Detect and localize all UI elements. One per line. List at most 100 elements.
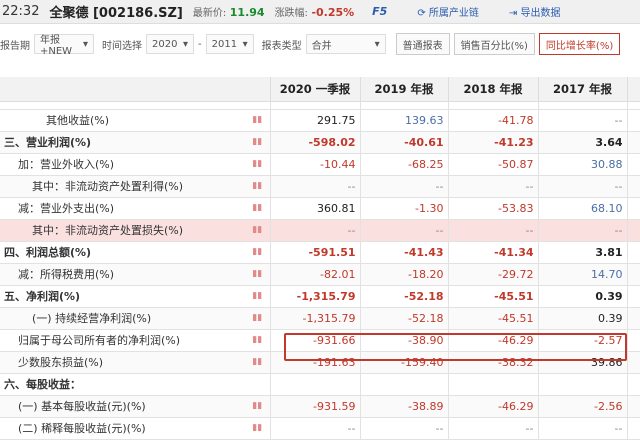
bar-chart-icon[interactable]: ▮▮ <box>245 153 270 175</box>
export-data-link[interactable]: ⇥ 导出数据 <box>509 4 561 19</box>
report-type-select[interactable]: 合并▾ <box>306 34 386 54</box>
value-cell: 68.10 <box>538 197 627 219</box>
column-header[interactable]: 2019 年报 <box>360 77 448 101</box>
value-cell: -45.51 <box>448 285 538 307</box>
bar-chart-icon[interactable]: ▮▮ <box>245 219 270 241</box>
value-cell: -45.51 <box>448 307 538 329</box>
price-value: 11.94 <box>230 6 265 19</box>
value-cell: -- <box>538 219 627 241</box>
value-cell: -1,315.79 <box>270 307 360 329</box>
to-year-select[interactable]: 2011 ▾ <box>206 34 254 54</box>
from-year-select[interactable]: 2020 ▾ <box>146 34 194 54</box>
yoy-growth-button[interactable]: 同比增长率(%) <box>539 33 620 55</box>
column-header[interactable]: 2017 年报 <box>538 77 627 101</box>
extra-cell <box>627 307 640 329</box>
row-label: 减：营业外支出(%) <box>0 197 245 219</box>
row-label: 少数股东损益(%) <box>0 351 245 373</box>
value-cell: 14.70 <box>538 263 627 285</box>
header-name-col <box>0 77 270 101</box>
sales-percent-button[interactable]: 销售百分比(%) <box>454 33 535 55</box>
column-header-extra <box>627 77 640 101</box>
extra-cell <box>627 285 640 307</box>
value-cell: 0.39 <box>538 285 627 307</box>
value-cell: -41.43 <box>360 241 448 263</box>
value-cell: 3.64 <box>538 131 627 153</box>
table-row[interactable]: 其中：非流动资产处置利得(%)▮▮-------- <box>0 175 640 197</box>
from-year-value: 2020 <box>152 39 177 50</box>
row-label: 四、利润总额(%) <box>0 241 245 263</box>
value-cell: -- <box>538 417 627 439</box>
value-cell: -1,315.79 <box>270 285 360 307</box>
value-cell: -50.87 <box>448 153 538 175</box>
value-cell: -- <box>360 175 448 197</box>
extra-cell <box>627 373 640 395</box>
to-year-value: 2011 <box>212 39 237 50</box>
chevron-down-icon: ▾ <box>183 39 188 50</box>
table-row[interactable]: (一) 基本每股收益(元)(%)▮▮-931.59-38.89-46.29-2.… <box>0 395 640 417</box>
bar-chart-icon[interactable]: ▮▮ <box>245 307 270 329</box>
extra-cell <box>627 153 640 175</box>
value-cell: -- <box>360 219 448 241</box>
table-row[interactable]: 减：营业外支出(%)▮▮360.81-1.30-53.8368.10 <box>0 197 640 219</box>
row-label: 其他收益(%) <box>0 109 245 131</box>
value-cell: -18.20 <box>360 263 448 285</box>
refresh-f5-button[interactable]: F5 <box>372 5 387 18</box>
extra-cell <box>627 263 640 285</box>
table-row[interactable]: 其中：非流动资产处置损失(%)▮▮-------- <box>0 219 640 241</box>
table-row[interactable]: 五、净利润(%)▮▮-1,315.79-52.18-45.510.39 <box>0 285 640 307</box>
value-cell: 139.63 <box>360 109 448 131</box>
table-row[interactable]: 四、利润总额(%)▮▮-591.51-41.43-41.343.81 <box>0 241 640 263</box>
bar-chart-icon[interactable]: ▮▮ <box>245 109 270 131</box>
column-header[interactable]: 2020 一季报 <box>270 77 360 101</box>
bar-chart-icon[interactable]: ▮▮ <box>245 131 270 153</box>
table-row[interactable]: 归属于母公司所有者的净利润(%)▮▮-931.66-38.90-46.29-2.… <box>0 329 640 351</box>
value-cell: -46.29 <box>448 329 538 351</box>
value-cell: -68.25 <box>360 153 448 175</box>
table-row-partial <box>0 101 640 109</box>
value-cell: -1.30 <box>360 197 448 219</box>
bar-chart-icon[interactable]: ▮▮ <box>245 351 270 373</box>
period-select[interactable]: 年报+NEW▾ <box>34 34 94 54</box>
table-row[interactable]: 减：所得税费用(%)▮▮-82.01-18.20-29.7214.70 <box>0 263 640 285</box>
value-cell: -52.18 <box>360 307 448 329</box>
table-row[interactable]: (二) 稀释每股收益(元)(%)▮▮-------- <box>0 417 640 439</box>
industry-chain-link[interactable]: ⟳ 所属产业链 <box>417 4 479 19</box>
bar-chart-icon[interactable]: ▮▮ <box>245 175 270 197</box>
table-row[interactable]: 加：营业外收入(%)▮▮-10.44-68.25-50.8730.88 <box>0 153 640 175</box>
chevron-down-icon: ▾ <box>243 39 248 50</box>
table-row[interactable]: 六、每股收益： <box>0 373 640 395</box>
table-row[interactable]: 三、营业利润(%)▮▮-598.02-40.61-41.233.64 <box>0 131 640 153</box>
extra-cell <box>627 219 640 241</box>
row-label: (一) 基本每股收益(元)(%) <box>0 395 245 417</box>
bar-chart-icon[interactable]: ▮▮ <box>245 417 270 439</box>
bar-chart-icon[interactable]: ▮▮ <box>245 197 270 219</box>
change-label: 涨跌幅: <box>275 8 308 19</box>
price-label: 最新价: <box>193 8 226 19</box>
change-value: -0.25% <box>311 6 354 19</box>
value-cell <box>270 373 360 395</box>
bar-chart-icon[interactable]: ▮▮ <box>245 329 270 351</box>
value-cell: -10.44 <box>270 153 360 175</box>
value-cell: -- <box>448 175 538 197</box>
table-row[interactable]: 其他收益(%)▮▮291.75139.63-41.78-- <box>0 109 640 131</box>
value-cell: -40.61 <box>360 131 448 153</box>
bar-chart-icon[interactable]: ▮▮ <box>245 395 270 417</box>
export-label: 导出数据 <box>521 8 561 19</box>
bar-chart-icon[interactable]: ▮▮ <box>245 285 270 307</box>
row-label: 五、净利润(%) <box>0 285 245 307</box>
value-cell: -- <box>538 175 627 197</box>
bar-chart-icon[interactable]: ▮▮ <box>245 263 270 285</box>
value-cell: -2.57 <box>538 329 627 351</box>
row-label: (二) 稀释每股收益(元)(%) <box>0 417 245 439</box>
normal-report-button[interactable]: 普通报表 <box>396 33 450 55</box>
extra-cell <box>627 175 640 197</box>
value-cell: 0.39 <box>538 307 627 329</box>
filter-toolbar: 报告期 年报+NEW▾ 时间选择 2020▾ - 2011▾ 报表类型 合并▾ … <box>0 33 640 55</box>
row-label: 其中：非流动资产处置利得(%) <box>0 175 245 197</box>
table-row[interactable]: 少数股东损益(%)▮▮-191.63-159.40-38.3239.86 <box>0 351 640 373</box>
table-header: 2020 一季报 2019 年报 2018 年报 2017 年报 <box>0 77 640 101</box>
column-header[interactable]: 2018 年报 <box>448 77 538 101</box>
table-row[interactable]: (一) 持续经营净利润(%)▮▮-1,315.79-52.18-45.510.3… <box>0 307 640 329</box>
value-cell: -159.40 <box>360 351 448 373</box>
bar-chart-icon[interactable]: ▮▮ <box>245 241 270 263</box>
